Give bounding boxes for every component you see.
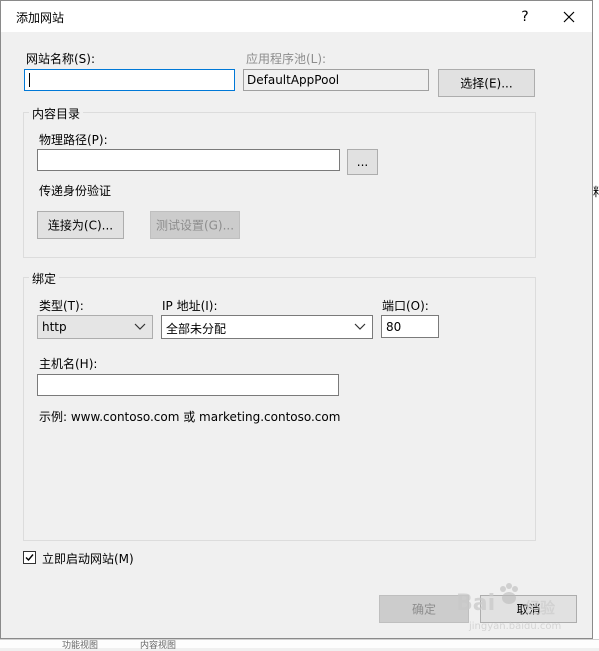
help-button[interactable]: ? — [507, 5, 543, 29]
add-website-dialog: 添加网站 ? 网站名称(S): 应用程序池(L): DefaultAppPool… — [0, 0, 593, 639]
checkmark-icon — [25, 554, 34, 562]
ip-address-select[interactable]: 全部未分配 — [161, 315, 373, 339]
browse-button[interactable]: ... — [347, 149, 378, 175]
test-settings-button[interactable]: 测试设置(G)... — [150, 211, 240, 239]
app-pool-label: 应用程序池(L): — [246, 52, 327, 66]
start-website-checkbox[interactable] — [23, 551, 36, 564]
physical-path-label: 物理路径(P): — [39, 133, 108, 147]
text-caret — [29, 73, 30, 87]
start-website-label[interactable]: 立即启动网站(M) — [42, 550, 134, 567]
dialog-title: 添加网站 — [16, 11, 65, 25]
ip-address-label: IP 地址(I): — [162, 299, 218, 313]
binding-group-label: 绑定 — [29, 270, 60, 287]
chevron-down-icon — [354, 323, 366, 330]
watermark-logo-text: Bai — [456, 591, 496, 616]
physical-path-input[interactable] — [37, 149, 340, 171]
site-name-input[interactable] — [24, 69, 235, 91]
port-input[interactable] — [381, 315, 439, 338]
connect-as-button[interactable]: 连接为(C)... — [37, 211, 124, 239]
title-bar: 添加网站 ? — [1, 1, 592, 32]
close-button[interactable] — [551, 5, 587, 29]
feature-view-tab[interactable]: 功能视图 — [62, 638, 98, 651]
app-pool-value: DefaultAppPool — [247, 73, 340, 87]
hostname-example-text: 示例: www.contoso.com 或 marketing.contoso.… — [39, 410, 341, 424]
watermark-url: jingyan.baidu.com — [469, 621, 562, 632]
site-name-label: 网站名称(S): — [26, 52, 96, 66]
select-app-pool-button[interactable]: 选择(E)... — [438, 69, 535, 97]
ip-address-value: 全部未分配 — [166, 322, 227, 336]
binding-type-label: 类型(T): — [39, 299, 84, 313]
hostname-label: 主机名(H): — [39, 357, 98, 371]
pass-through-auth-label: 传递身份验证 — [39, 184, 112, 198]
background-text-fragment: 料 — [593, 183, 599, 200]
close-icon — [563, 11, 575, 23]
watermark-suffix: 经验 — [525, 599, 556, 617]
app-pool-field: DefaultAppPool — [243, 69, 429, 91]
binding-type-value: http — [42, 320, 67, 334]
paw-logo-icon — [500, 583, 518, 604]
chevron-down-icon — [134, 323, 146, 330]
content-view-tab[interactable]: 内容视图 — [140, 638, 176, 651]
port-label: 端口(O): — [382, 299, 429, 313]
hostname-input[interactable] — [37, 374, 339, 396]
background-window-edge: 料 — [593, 0, 599, 639]
content-directory-group-label: 内容目录 — [29, 105, 84, 122]
binding-type-select[interactable]: http — [37, 315, 153, 339]
